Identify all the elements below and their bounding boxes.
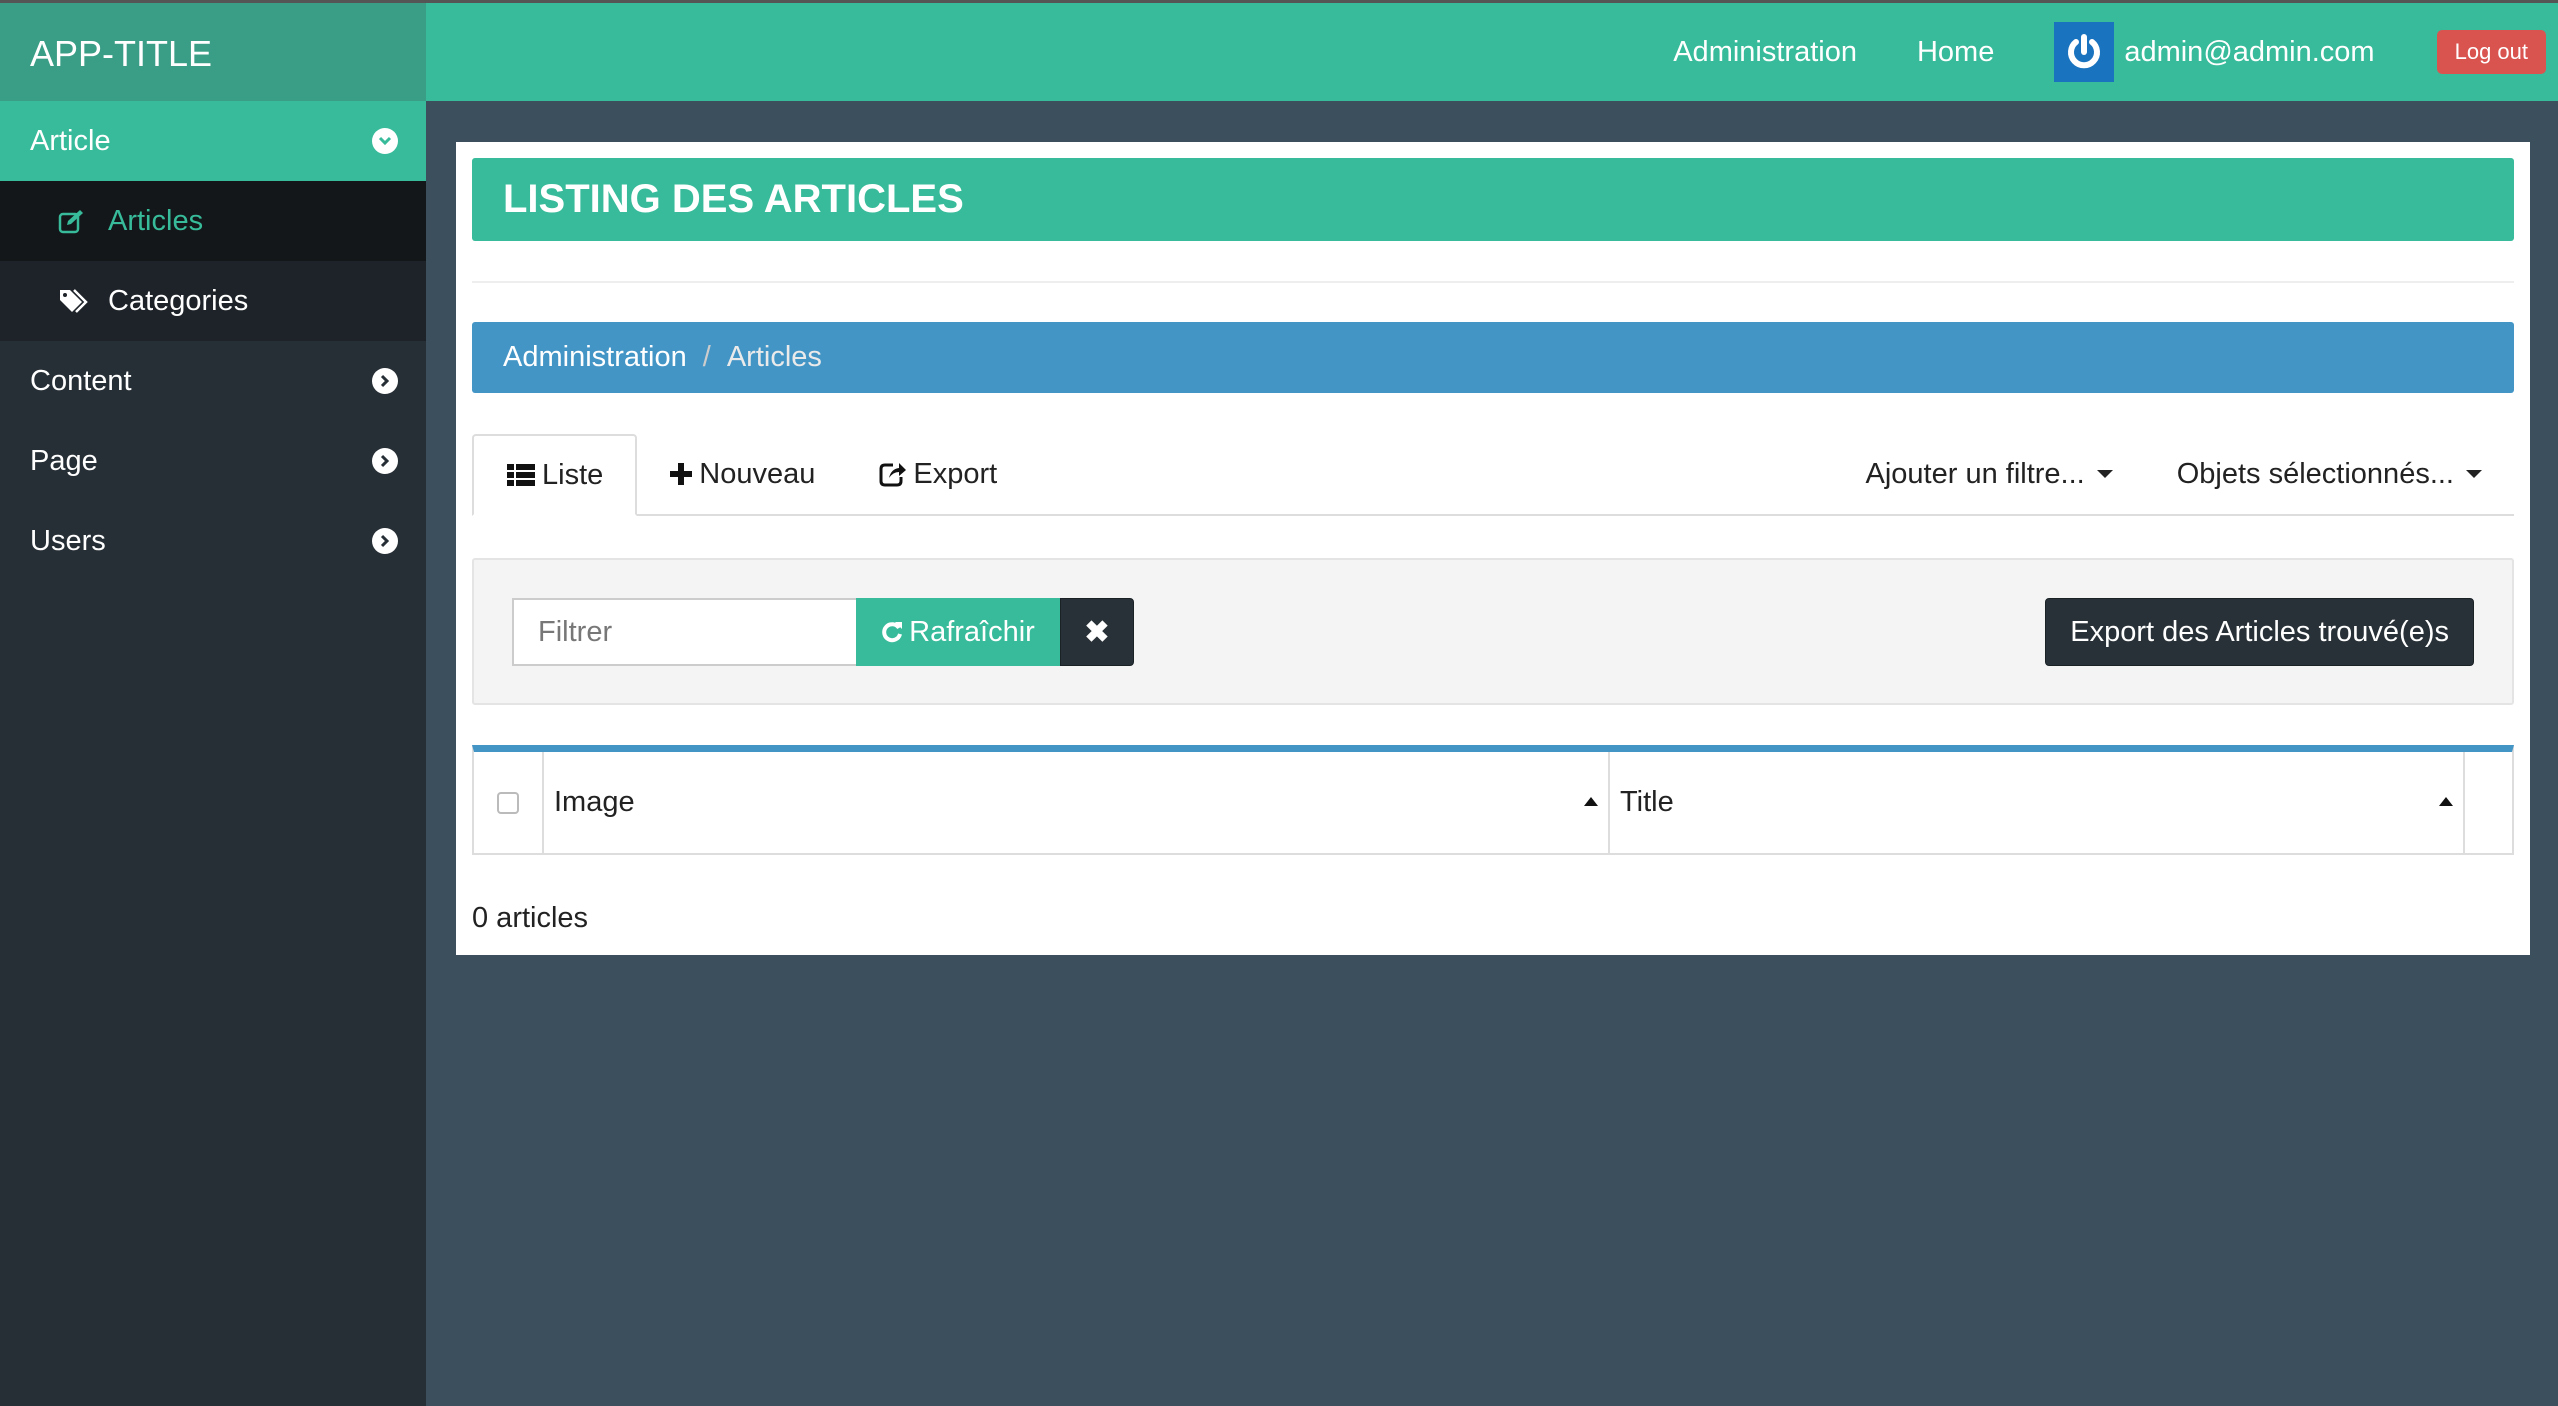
divider [472,281,2514,283]
page-title: LISTING DES ARTICLES [472,158,2514,241]
edit-icon [58,208,92,234]
sidebar-item-page[interactable]: Page [0,421,426,501]
tab-label: Nouveau [699,457,816,490]
user-email: admin@admin.com [2124,35,2375,68]
avatar [2054,22,2115,82]
tab-label: Export [913,457,998,490]
breadcrumb-separator: / [702,341,711,373]
filter-input[interactable] [512,598,856,666]
user-menu[interactable]: admin@admin.com [2054,22,2375,82]
sidebar-item-content[interactable]: Content [0,341,426,421]
chevron-right-circle-icon [372,368,398,394]
sidebar-subitem-label: Categories [108,284,249,317]
refresh-icon [881,620,903,644]
sidebar-item-label: Article [30,124,111,157]
share-icon [879,461,907,487]
caret-down-icon [2466,470,2482,478]
tab-nouveau[interactable]: Nouveau [637,434,847,514]
column-header-actions [2465,752,2512,853]
refresh-button[interactable]: Rafraîchir [856,598,1060,666]
main-panel: LISTING DES ARTICLES Administration / Ar… [456,142,2530,955]
breadcrumb: Administration / Articles [472,322,2514,393]
caret-down-icon [2096,470,2113,478]
plus-icon [669,462,693,486]
tags-icon [58,288,92,314]
refresh-label: Rafraîchir [909,615,1035,648]
selected-objects-dropdown[interactable]: Objets sélectionnés... [2145,434,2514,514]
sidebar-subitem-categories[interactable]: Categories [0,261,426,341]
logout-button[interactable]: Log out [2436,30,2546,74]
select-all-checkbox[interactable] [497,791,519,814]
column-header-image[interactable]: Image [544,752,1610,853]
app-title[interactable]: APP-TITLE [0,0,426,101]
nav-link-home[interactable]: Home [1917,36,1994,69]
export-found-button[interactable]: Export des Articles trouvé(e)s [2045,598,2474,666]
add-filter-dropdown[interactable]: Ajouter un filtre... [1834,434,2145,514]
sidebar-item-label: Users [30,524,106,557]
power-icon [2068,34,2101,69]
list-icon [506,462,536,488]
tab-liste[interactable]: Liste [472,434,638,516]
chevron-right-circle-icon [372,448,398,474]
filter-bar: Rafraîchir ✖ Export des Articles trouvé(… [472,558,2514,705]
sidebar-subitem-articles[interactable]: Articles [0,181,426,261]
sidebar-item-article[interactable]: Article [0,101,426,181]
select-all-cell [474,752,544,853]
top-navbar: Administration Home admin@admin.com Log … [426,0,2558,101]
tab-label: Liste [542,458,604,491]
sidebar-item-users[interactable]: Users [0,501,426,581]
sidebar-item-label: Page [30,444,98,477]
column-label: Title [1620,786,1674,818]
result-count: 0 articles [472,902,589,934]
sort-asc-icon [2439,796,2453,806]
sidebar-subitem-label: Articles [108,204,204,237]
chevron-right-circle-icon [372,528,398,554]
close-icon: ✖ [1084,615,1110,649]
breadcrumb-administration[interactable]: Administration [503,341,687,374]
chevron-down-circle-icon [372,128,398,154]
dropdown-label: Objets sélectionnés... [2176,457,2454,490]
column-label: Image [554,786,635,818]
dropdown-label: Ajouter un filtre... [1865,457,2085,490]
nav-link-administration[interactable]: Administration [1673,36,1857,69]
clear-filter-button[interactable]: ✖ [1060,598,1134,666]
breadcrumb-articles: Articles [726,341,822,373]
sidebar-item-label: Content [30,364,132,397]
column-header-title[interactable]: Title [1610,752,2465,853]
sort-asc-icon [1584,796,1598,806]
sidebar: APP-TITLE Article Articles Categories Co… [0,0,426,1406]
tab-export[interactable]: Export [847,434,1029,514]
tabs: Liste Nouveau Export Ajouter un filtre..… [472,434,2514,516]
articles-table: Image Title [472,745,2514,855]
